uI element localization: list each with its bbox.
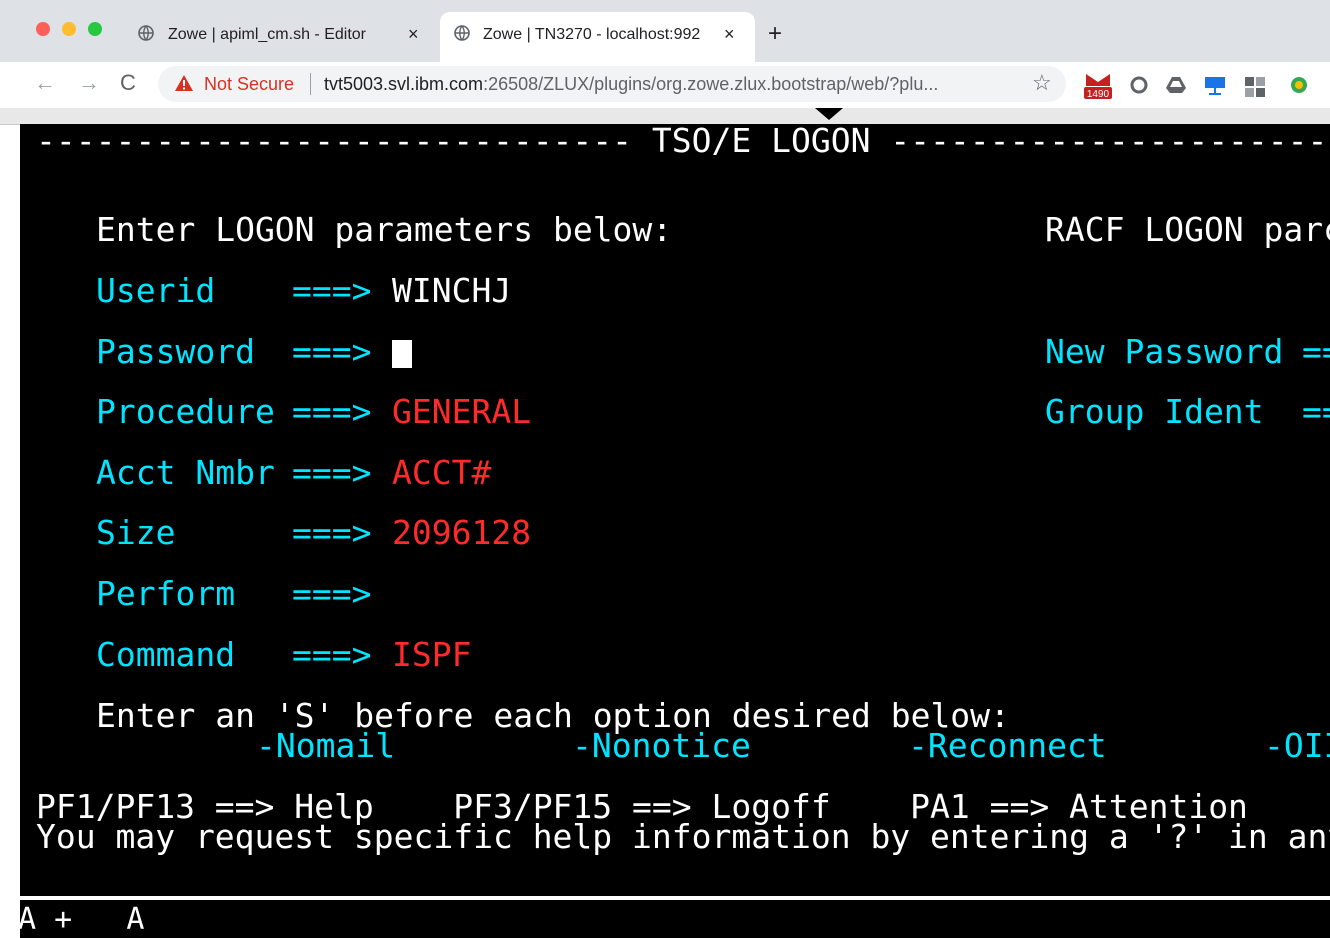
collapse-toggle-icon[interactable] <box>815 108 843 120</box>
reload-icon[interactable]: C <box>120 70 136 96</box>
browser-chrome: Zowe | apiml_cm.sh - Editor × Zowe | TN3… <box>0 0 1330 112</box>
field-label-new-password: New Password <box>1045 332 1284 371</box>
options-prompt: Enter an 'S' before each option desired … <box>96 696 1010 735</box>
bookmark-star-icon[interactable]: ☆ <box>1032 70 1052 96</box>
green-extension-icon[interactable] <box>1290 76 1308 94</box>
tab-strip: Zowe | apiml_cm.sh - Editor × Zowe | TN3… <box>0 0 1330 62</box>
toolbar: ← → C Not Secure tvt5003.svl.ibm.com:265… <box>0 62 1330 108</box>
app-header-bar <box>0 108 1330 125</box>
userid-input[interactable]: WINCHJ <box>392 274 511 308</box>
acct-nmbr-input[interactable]: ACCT# <box>392 456 491 490</box>
field-arrow: ===> <box>292 392 372 431</box>
forward-icon[interactable]: → <box>78 70 100 96</box>
help-text: You may request specific help informatio… <box>36 817 1330 856</box>
oia-separator <box>20 896 1330 900</box>
close-tab-icon[interactable]: × <box>724 24 735 45</box>
field-label-group-ident: Group Ident <box>1045 392 1264 431</box>
operator-info-area: MA + A <box>0 902 145 937</box>
field-label-acct-nmbr: Acct Nmbr <box>96 453 275 492</box>
field-arrow: ===> <box>292 332 372 371</box>
field-label-command: Command <box>96 635 236 674</box>
presentation-extension-icon[interactable] <box>1204 76 1226 96</box>
option-reconnect[interactable]: -Reconnect <box>908 729 1107 763</box>
option-nomail[interactable]: -Nomail <box>256 729 395 763</box>
procedure-input[interactable]: GENERAL <box>392 395 531 429</box>
field-arrow: ===> <box>292 635 372 674</box>
drive-extension-icon[interactable] <box>1166 76 1186 94</box>
tab-tn3270[interactable]: Zowe | TN3270 - localhost:992 × <box>440 12 755 62</box>
field-label-size: Size <box>96 513 176 552</box>
close-window-button[interactable] <box>36 22 50 36</box>
option-nonotice[interactable]: -Nonotice <box>572 729 751 763</box>
divider <box>310 73 311 95</box>
size-input[interactable]: 2096128 <box>392 516 531 550</box>
warning-icon <box>175 75 193 91</box>
password-input[interactable] <box>392 340 412 368</box>
field-label-procedure: Procedure <box>96 392 275 431</box>
url-text[interactable]: tvt5003.svl.ibm.com:26508/ZLUX/plugins/o… <box>324 74 938 95</box>
security-label[interactable]: Not Secure <box>204 74 294 95</box>
field-arrow: ===> <box>292 453 372 492</box>
url-host: tvt5003.svl.ibm.com <box>324 74 484 94</box>
field-arrow: ===> <box>292 513 372 552</box>
minimize-window-button[interactable] <box>62 22 76 36</box>
maximize-window-button[interactable] <box>88 22 102 36</box>
globe-icon <box>454 25 470 41</box>
new-tab-button[interactable]: + <box>768 20 782 48</box>
field-label-perform: Perform <box>96 574 236 613</box>
field-arrow: == <box>1302 392 1330 431</box>
globe-icon <box>138 25 154 41</box>
tab-editor[interactable]: Zowe | apiml_cm.sh - Editor × <box>122 12 432 62</box>
field-arrow: ===> <box>292 271 372 310</box>
field-label-userid: Userid <box>96 271 216 310</box>
screen-header: ------------------------------ TSO/E LOG… <box>36 124 1330 160</box>
circle-extension-icon[interactable] <box>1130 76 1148 94</box>
puzzle-extension-icon[interactable] <box>1244 76 1266 98</box>
close-tab-icon[interactable]: × <box>408 24 419 45</box>
command-input[interactable]: ISPF <box>392 638 471 672</box>
field-label-password: Password <box>96 332 255 371</box>
option-oid[interactable]: -OII <box>1264 729 1330 763</box>
racf-label: RACF LOGON parc <box>1045 210 1330 249</box>
address-bar[interactable]: Not Secure tvt5003.svl.ibm.com:26508/ZLU… <box>158 66 1066 102</box>
field-arrow: ===> <box>292 574 372 613</box>
extension-badge: 1490 <box>1087 89 1110 100</box>
field-arrow: === <box>1302 332 1330 371</box>
url-path: :26508/ZLUX/plugins/org.zowe.zlux.bootst… <box>483 74 939 94</box>
tab-title: Zowe | TN3270 - localhost:992 <box>483 26 701 43</box>
tab-title: Zowe | apiml_cm.sh - Editor <box>168 26 366 43</box>
logon-prompt: Enter LOGON parameters below: <box>96 210 673 249</box>
tn3270-terminal[interactable]: ------------------------------ TSO/E LOG… <box>20 124 1330 938</box>
gmail-extension-icon[interactable]: 1490 <box>1082 68 1114 100</box>
back-icon[interactable]: ← <box>34 70 56 96</box>
